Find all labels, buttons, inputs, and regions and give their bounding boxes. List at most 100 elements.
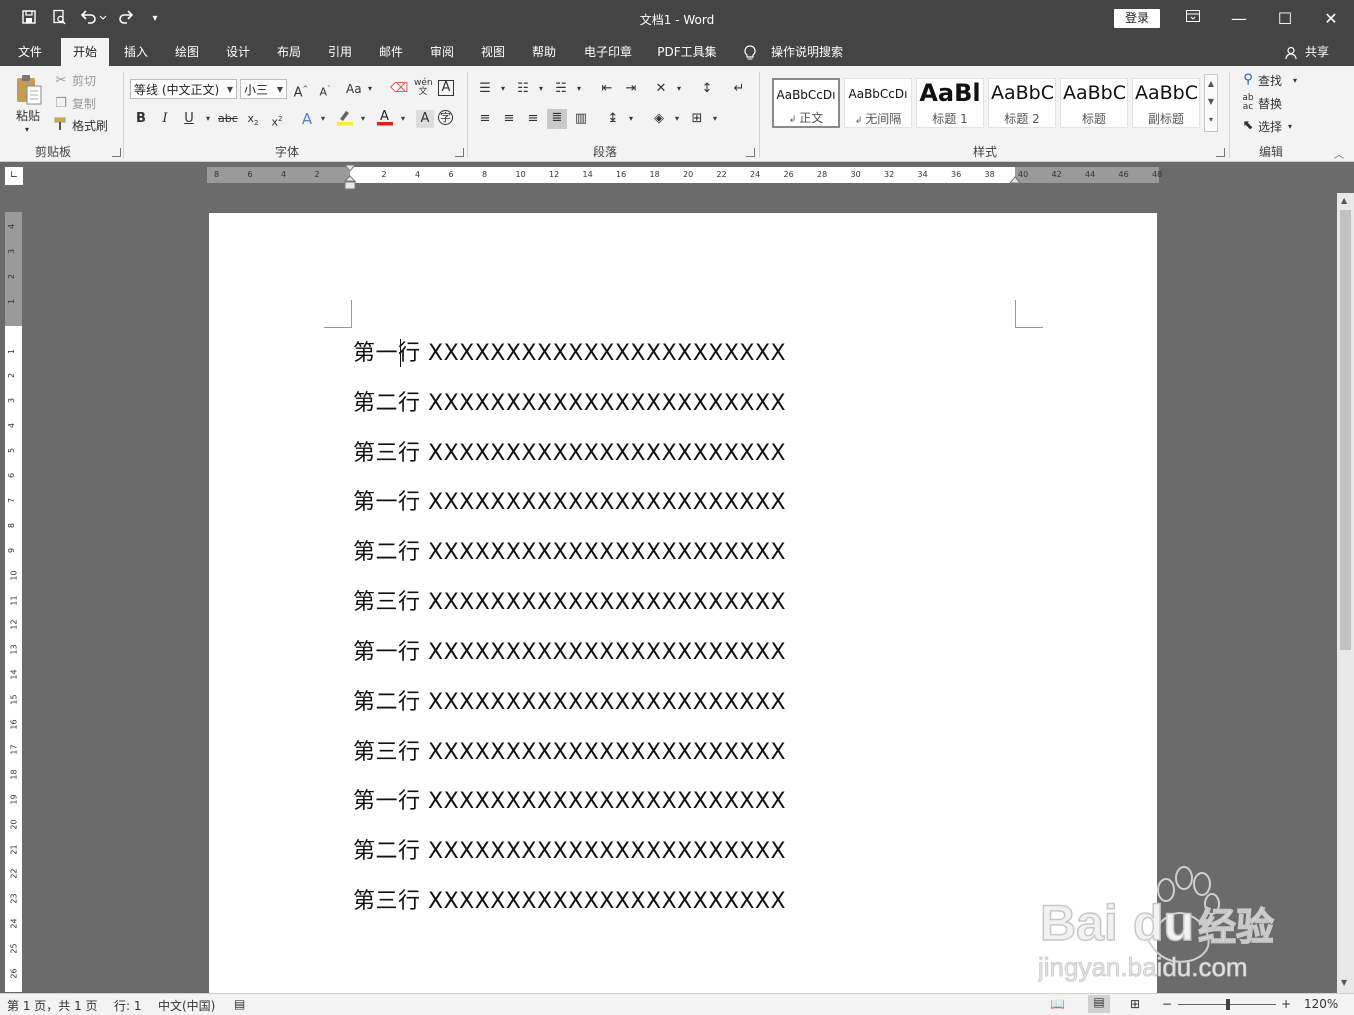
style-heading-2[interactable]: AaBbC 标题 2: [988, 78, 1056, 128]
multilevel-dropdown-icon[interactable]: ▾: [570, 80, 588, 98]
superscript-icon[interactable]: x2: [268, 110, 286, 129]
vertical-scrollbar[interactable]: ▲ ▼: [1337, 193, 1354, 993]
paste-icon[interactable]: [12, 72, 46, 106]
phonetic-guide-icon[interactable]: wén 文: [414, 79, 433, 97]
tab-design[interactable]: 设计: [216, 38, 260, 66]
line-spacing-icon[interactable]: ↨: [604, 110, 622, 128]
document-line[interactable]: 第二行 XXXXXXXXXXXXXXXXXXXXXXX: [353, 534, 786, 566]
font-name-select[interactable]: 等线 (中文正文) ▼: [130, 79, 237, 99]
clipboard-launcher-icon[interactable]: [112, 148, 121, 157]
multilevel-list-icon[interactable]: ☵: [552, 80, 570, 98]
indent-marker-icon[interactable]: [343, 164, 357, 190]
collapse-ribbon-icon[interactable]: ︿: [1334, 146, 1344, 161]
paragraph-launcher-icon[interactable]: [746, 148, 755, 157]
document-line[interactable]: 第三行 XXXXXXXXXXXXXXXXXXXXXXX: [353, 435, 786, 467]
styles-gallery-scroll[interactable]: ▲ ▼ ▾: [1204, 74, 1218, 132]
change-case-button[interactable]: Aa: [346, 79, 362, 99]
tab-home[interactable]: 开始: [61, 38, 109, 66]
web-layout-icon[interactable]: ⊞: [1130, 997, 1140, 1011]
style-subtitle[interactable]: AaBbC 副标题: [1132, 78, 1200, 128]
read-mode-icon[interactable]: 📖: [1050, 997, 1065, 1011]
document-line[interactable]: 第二行 XXXXXXXXXXXXXXXXXXXXXXX: [353, 833, 786, 865]
numbering-icon[interactable]: ☷: [514, 80, 532, 98]
zoom-in-icon[interactable]: +: [1281, 997, 1291, 1011]
find-button[interactable]: 查找: [1258, 71, 1282, 91]
style-heading-1[interactable]: AaBl 标题 1: [916, 78, 984, 128]
language[interactable]: 中文(中国): [158, 997, 215, 1014]
character-border-icon[interactable]: A: [438, 80, 454, 96]
shading-icon[interactable]: ◈: [650, 110, 668, 128]
decrease-indent-icon[interactable]: ⇤: [598, 80, 616, 98]
italic-icon[interactable]: I: [156, 110, 174, 128]
document-line[interactable]: 第二行 XXXXXXXXXXXXXXXXXXXXXXX: [353, 684, 786, 716]
document-line[interactable]: 第一行 XXXXXXXXXXXXXXXXXXXXXXX: [353, 634, 786, 666]
select-dropdown-icon[interactable]: ▾: [1288, 117, 1292, 137]
document-line[interactable]: 第一行 XXXXXXXXXXXXXXXXXXXXXXX: [353, 484, 786, 516]
shrink-font-icon[interactable]: Aˇ: [316, 80, 334, 99]
font-launcher-icon[interactable]: [455, 148, 464, 157]
line-spacing-dropdown-icon[interactable]: ▾: [622, 110, 640, 128]
document-line[interactable]: 第一行 XXXXXXXXXXXXXXXXXXXXXXX: [353, 335, 786, 367]
ribbon-display-options-icon[interactable]: [1170, 0, 1216, 38]
borders-icon[interactable]: ⊞: [688, 110, 706, 128]
style-no-spacing[interactable]: AaBbCcDı ↲ 无间隔: [844, 78, 912, 128]
tab-insert[interactable]: 插入: [114, 38, 158, 66]
minimize-icon[interactable]: —: [1216, 0, 1262, 38]
tab-view[interactable]: 视图: [471, 38, 515, 66]
subscript-icon[interactable]: x2: [244, 110, 262, 128]
styles-launcher-icon[interactable]: [1216, 148, 1225, 157]
tab-review[interactable]: 审阅: [420, 38, 464, 66]
bullets-dropdown-icon[interactable]: ▾: [494, 80, 512, 98]
document-line[interactable]: 第三行 XXXXXXXXXXXXXXXXXXXXXXX: [353, 883, 786, 915]
tab-selector-icon[interactable]: ∟: [5, 167, 23, 185]
font-color-dropdown-icon[interactable]: ▾: [394, 110, 412, 128]
align-left-icon[interactable]: ≡: [476, 110, 494, 128]
zoom-level[interactable]: 120%: [1304, 997, 1338, 1011]
scroll-down-icon[interactable]: ▼: [1341, 978, 1347, 987]
align-right-icon[interactable]: ≡: [524, 110, 542, 128]
replace-button[interactable]: 替换: [1258, 94, 1282, 114]
distributed-icon[interactable]: ▥: [572, 110, 590, 128]
select-button[interactable]: 选择: [1258, 117, 1282, 137]
tab-references[interactable]: 引用: [318, 38, 362, 66]
document-line[interactable]: 第三行 XXXXXXXXXXXXXXXXXXXXXXX: [353, 734, 786, 766]
borders-dropdown-icon[interactable]: ▾: [706, 110, 724, 128]
tab-pdf-tools[interactable]: PDF工具集: [650, 38, 724, 66]
document-line[interactable]: 第二行 XXXXXXXXXXXXXXXXXXXXXXX: [353, 385, 786, 417]
copy-button[interactable]: 复制: [72, 94, 96, 114]
highlight-dropdown-icon[interactable]: ▾: [354, 110, 372, 128]
paste-dropdown-icon[interactable]: ▾: [25, 120, 29, 140]
zoom-out-icon[interactable]: −: [1162, 997, 1172, 1011]
bold-icon[interactable]: B: [132, 110, 150, 128]
vertical-ruler[interactable]: 4 3 2 1 1 2 3 4 5 6 7 8 9 10 11 12 13 14 15 16 17 18 19 20 21 22 2…: [5, 212, 22, 992]
zoom-slider-thumb[interactable]: [1226, 999, 1230, 1010]
shading-dropdown-icon[interactable]: ▾: [668, 110, 686, 128]
underline-icon[interactable]: U: [180, 110, 198, 128]
enclose-characters-icon[interactable]: 字: [438, 110, 453, 125]
share-user-icon[interactable]: [1284, 38, 1300, 66]
change-case-dropdown-icon[interactable]: ▾: [368, 79, 372, 99]
bullets-icon[interactable]: ☰: [476, 80, 494, 98]
login-button[interactable]: 登录: [1114, 9, 1160, 28]
tell-me-search[interactable]: 操作说明搜索: [766, 38, 848, 66]
align-center-icon[interactable]: ≡: [500, 110, 518, 128]
font-size-select[interactable]: 小三 ▼: [240, 79, 287, 99]
show-formatting-marks-icon[interactable]: ↵: [730, 80, 748, 98]
close-icon[interactable]: ✕: [1308, 0, 1354, 38]
chinese-layout-dropdown-icon[interactable]: ▾: [670, 80, 688, 98]
tab-mailings[interactable]: 邮件: [369, 38, 413, 66]
strikethrough-icon[interactable]: abc: [218, 110, 238, 128]
document-line[interactable]: 第一行 XXXXXXXXXXXXXXXXXXXXXXX: [353, 783, 786, 815]
find-dropdown-icon[interactable]: ▾: [1293, 71, 1297, 91]
font-color-icon[interactable]: A: [376, 108, 394, 126]
scrollbar-thumb[interactable]: [1340, 210, 1351, 650]
cut-button[interactable]: 剪切: [72, 71, 96, 91]
tab-e-seal[interactable]: 电子印章: [576, 38, 640, 66]
style-title[interactable]: AaBbC 标题: [1060, 78, 1128, 128]
numbering-dropdown-icon[interactable]: ▾: [532, 80, 550, 98]
right-indent-marker-icon[interactable]: [1008, 175, 1022, 185]
underline-dropdown-icon[interactable]: ▾: [199, 110, 217, 128]
justify-icon[interactable]: ≣: [547, 109, 567, 129]
sort-icon[interactable]: ↕: [698, 80, 716, 98]
document-line[interactable]: 第三行 XXXXXXXXXXXXXXXXXXXXXXX: [353, 584, 786, 616]
